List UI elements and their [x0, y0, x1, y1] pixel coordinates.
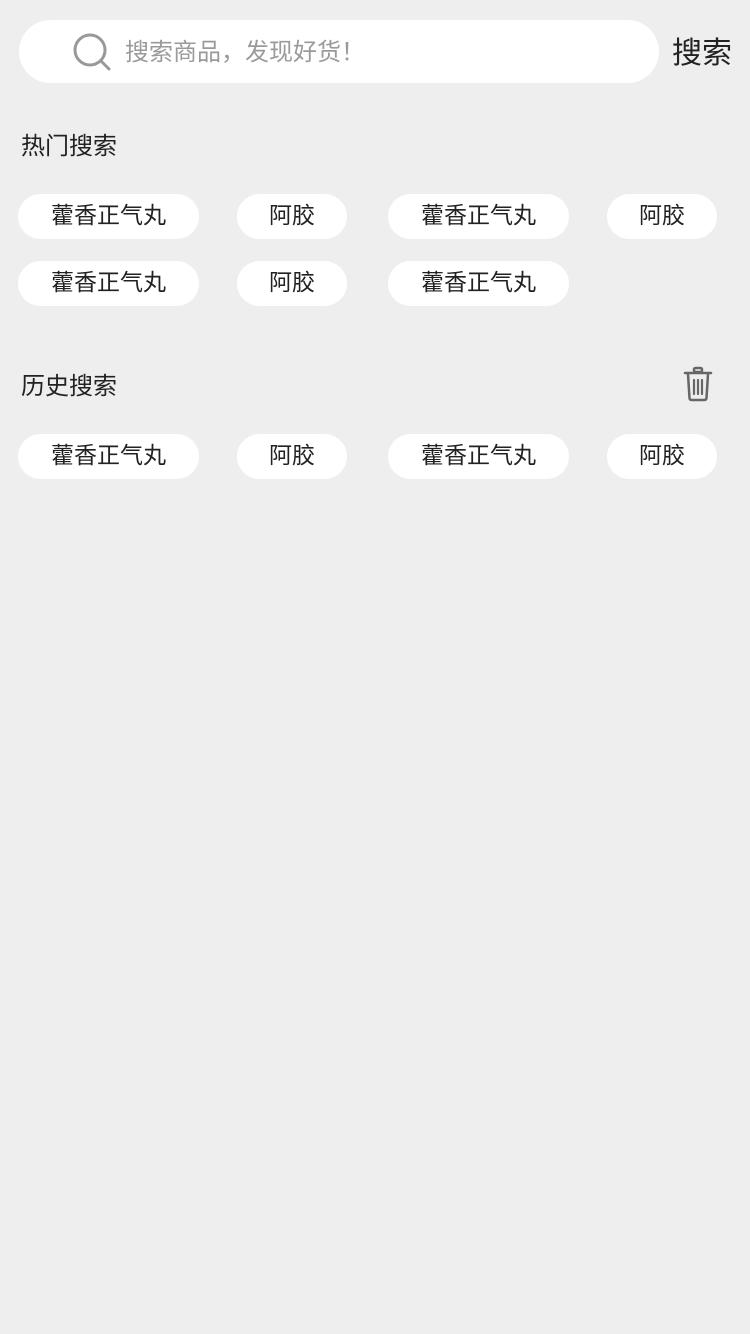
hot-tag[interactable]: 阿胶 [607, 194, 717, 239]
history-search-title: 历史搜索 [21, 372, 117, 400]
hot-tag[interactable]: 藿香正气丸 [18, 261, 199, 306]
search-icon [73, 33, 111, 71]
search-input[interactable] [125, 20, 645, 83]
history-tag[interactable]: 藿香正气丸 [18, 434, 199, 479]
hot-tag[interactable]: 阿胶 [237, 261, 347, 306]
search-bar [19, 20, 659, 83]
trash-icon[interactable] [682, 366, 714, 402]
history-tag[interactable]: 阿胶 [607, 434, 717, 479]
search-button[interactable]: 搜索 [672, 32, 738, 76]
hot-tag[interactable]: 藿香正气丸 [388, 261, 569, 306]
history-tag[interactable]: 阿胶 [237, 434, 347, 479]
hot-tag[interactable]: 阿胶 [237, 194, 347, 239]
hot-tag[interactable]: 藿香正气丸 [18, 194, 199, 239]
hot-tag[interactable]: 藿香正气丸 [388, 194, 569, 239]
hot-search-title: 热门搜索 [21, 132, 117, 160]
history-tag[interactable]: 藿香正气丸 [388, 434, 569, 479]
